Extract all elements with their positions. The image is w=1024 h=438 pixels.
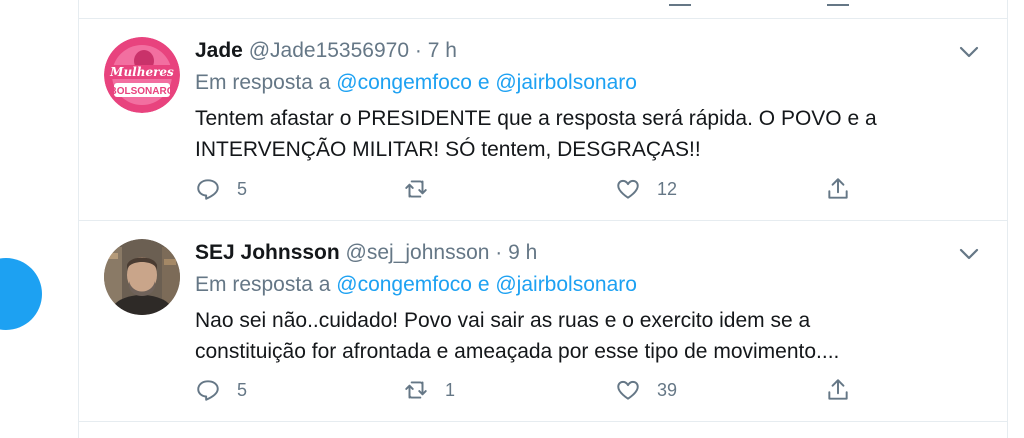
share-button[interactable] [825, 174, 851, 204]
display-name[interactable]: SEJ Johnsson [195, 241, 340, 264]
tweet-text-line: constituição for afrontada e ameaçada po… [195, 340, 840, 363]
tweet-actions: 5 1 39 [195, 375, 955, 405]
avatar-text-bottom: BOLSONARO [110, 86, 175, 97]
avatar[interactable] [104, 239, 180, 315]
reply-joiner: e [477, 273, 490, 296]
reply-count: 5 [237, 379, 248, 400]
compose-button[interactable] [0, 258, 42, 330]
display-name[interactable]: Jade [195, 39, 243, 62]
previous-action-fragment [669, 0, 691, 6]
reply-count: 5 [237, 178, 248, 199]
reply-context: Em resposta a @congemfoco e @jairbolsona… [195, 71, 637, 95]
reply-button[interactable]: 5 [195, 375, 247, 405]
separator-dot: · [495, 241, 503, 264]
previous-tweet-actions [79, 0, 1007, 19]
like-count: 12 [657, 178, 678, 199]
tweet-text-line: Nao sei não..cuidado! Povo vai sair as r… [195, 309, 811, 332]
like-count: 39 [657, 379, 678, 400]
reply-prefix: Em resposta a [195, 273, 331, 296]
reply-icon [197, 179, 219, 200]
tweet-text: Tentem afastar o PRESIDENTE que a respos… [195, 103, 985, 165]
tweet[interactable]: SEJ Johnsson @sej_johnsson · 9 h Em resp… [79, 221, 1007, 422]
tweet-text-line: INTERVENÇÃO MILITAR! SÓ tentem, DESGRAÇA… [195, 138, 701, 161]
chevron-down-icon[interactable] [959, 247, 979, 261]
tweet-text-line: Tentem afastar o PRESIDENTE que a respos… [195, 107, 877, 130]
tweet-header: SEJ Johnsson @sej_johnsson · 9 h [195, 241, 537, 265]
share-icon [828, 178, 848, 199]
timeline: Mulheres BOLSONARO Jade @Jade15356970 · … [78, 0, 1008, 438]
mention-link[interactable]: @jairbolsonaro [495, 273, 637, 296]
tweet-header: Jade @Jade15356970 · 7 h [195, 39, 457, 63]
reply-prefix: Em resposta a [195, 71, 331, 94]
like-button[interactable]: 12 [615, 174, 677, 204]
reply-icon [197, 380, 219, 401]
previous-action-fragment [827, 0, 849, 6]
mention-link[interactable]: @congemfoco [336, 71, 472, 94]
reply-joiner: e [477, 71, 490, 94]
tweet[interactable]: Mulheres BOLSONARO Jade @Jade15356970 · … [79, 19, 1007, 221]
like-button[interactable]: 39 [615, 375, 677, 405]
retweet-count: 1 [445, 379, 456, 400]
like-icon [617, 380, 639, 400]
reply-button[interactable]: 5 [195, 174, 247, 204]
tweet-text: Nao sei não..cuidado! Povo vai sair as r… [195, 305, 985, 367]
share-icon [828, 379, 848, 400]
avatar-text-top: Mulheres [109, 65, 174, 79]
timestamp[interactable]: 7 h [428, 39, 457, 62]
chevron-down-icon[interactable] [959, 45, 979, 59]
avatar[interactable]: Mulheres BOLSONARO [104, 37, 180, 113]
handle[interactable]: @sej_johnsson [346, 241, 490, 264]
mention-link[interactable]: @jairbolsonaro [495, 71, 637, 94]
tweet-actions: 5 12 [195, 174, 955, 204]
handle[interactable]: @Jade15356970 [249, 39, 409, 62]
like-icon [617, 179, 639, 199]
separator-dot: · [414, 39, 422, 62]
mention-link[interactable]: @congemfoco [336, 273, 472, 296]
retweet-icon [405, 381, 427, 399]
retweet-icon [405, 180, 427, 198]
share-button[interactable] [825, 375, 851, 405]
retweet-button[interactable]: 1 [403, 375, 455, 405]
reply-context: Em resposta a @congemfoco e @jairbolsona… [195, 273, 637, 297]
timestamp[interactable]: 9 h [508, 241, 537, 264]
retweet-button[interactable] [403, 174, 445, 204]
